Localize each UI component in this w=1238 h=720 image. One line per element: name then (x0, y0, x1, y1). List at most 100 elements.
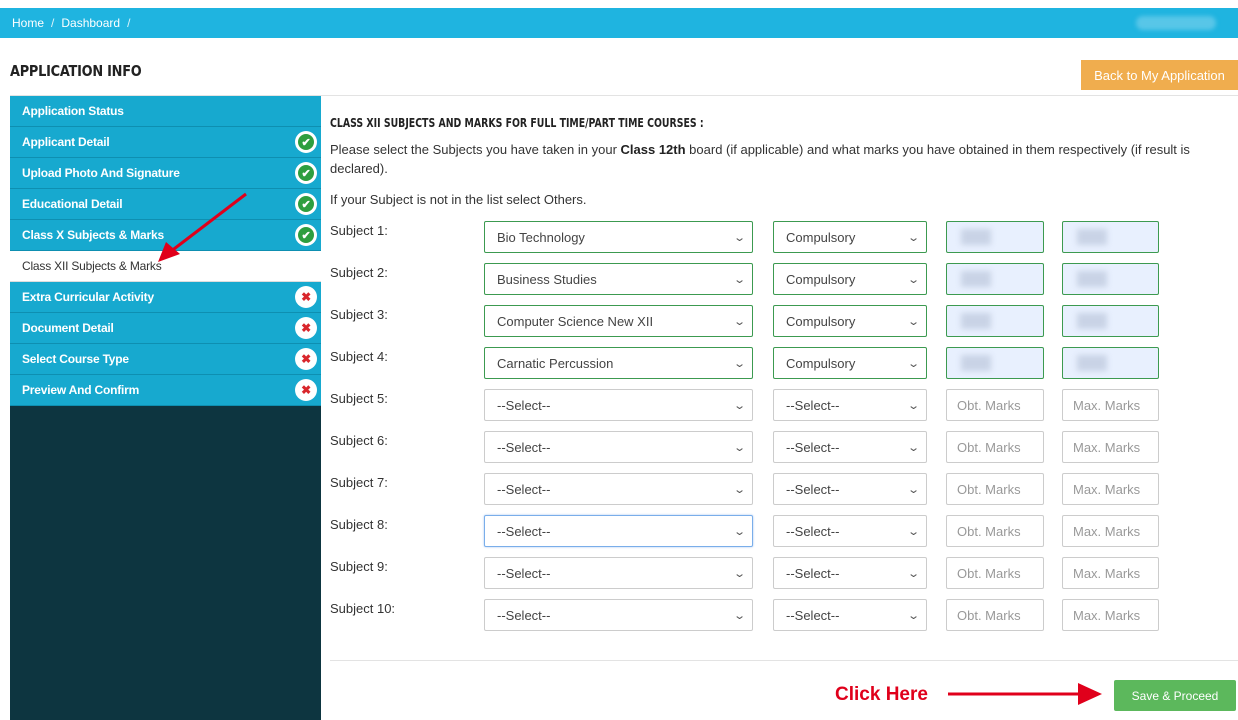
cross-icon: ✖ (295, 379, 317, 401)
subject-type-value: --Select-- (786, 607, 840, 623)
subject-select[interactable]: Computer Science New XII ⌄ (484, 305, 753, 337)
max-marks-input[interactable]: Max. Marks (1062, 599, 1159, 631)
chevron-down-icon: ⌄ (906, 568, 920, 580)
sidebar-item[interactable]: Preview And Confirm ✖ (10, 375, 321, 406)
subject-select[interactable]: --Select-- ⌄ (484, 389, 753, 421)
subject-type-select[interactable]: --Select-- ⌄ (773, 473, 927, 505)
subject-type-select[interactable]: Compulsory ⌄ (773, 263, 927, 295)
subject-select[interactable]: Business Studies ⌄ (484, 263, 753, 295)
sidebar-item[interactable]: Extra Curricular Activity ✖ (10, 282, 321, 313)
chevron-down-icon: ⌄ (732, 400, 746, 412)
max-marks-input[interactable]: Max. Marks (1062, 515, 1159, 547)
subject-select-value: Carnatic Percussion (497, 355, 614, 371)
subject-select[interactable]: --Select-- ⌄ (484, 431, 753, 463)
chevron-down-icon: ⌄ (906, 526, 920, 538)
sidebar-item-label: Extra Curricular Activity (22, 290, 154, 304)
chevron-down-icon: ⌄ (732, 484, 746, 496)
subject-type-value: Compulsory (786, 229, 856, 245)
sidebar-item[interactable]: Application Status (10, 96, 321, 127)
max-marks-input[interactable]: Max. Marks (1062, 431, 1159, 463)
subject-select-value: --Select-- (497, 481, 551, 497)
check-icon: ✔ (295, 224, 317, 246)
breadcrumb-dashboard[interactable]: Dashboard (61, 16, 120, 30)
subject-type-value: --Select-- (786, 523, 840, 539)
subject-type-select[interactable]: --Select-- ⌄ (773, 557, 927, 589)
obtained-marks-input[interactable]: Obt. Marks (946, 599, 1044, 631)
breadcrumb-separator: / (127, 16, 131, 30)
subject-type-select[interactable]: --Select-- ⌄ (773, 389, 927, 421)
subject-row: Subject 3: Computer Science New XII ⌄ Compu… (330, 305, 1238, 337)
sidebar-item-label: Class XII Subjects & Marks (22, 259, 162, 273)
obtained-marks-placeholder: Obt. Marks (957, 523, 1021, 539)
subject-type-value: --Select-- (786, 397, 840, 413)
save-proceed-button[interactable]: Save & Proceed (1114, 680, 1236, 711)
sidebar-item-label: Preview And Confirm (22, 383, 140, 397)
chevron-down-icon: ⌄ (906, 610, 920, 622)
subject-label: Subject 5: (330, 391, 388, 406)
max-marks-input[interactable] (1062, 347, 1159, 379)
max-marks-input[interactable]: Max. Marks (1062, 557, 1159, 589)
max-marks-input[interactable] (1062, 305, 1159, 337)
check-icon: ✔ (295, 131, 317, 153)
obtained-marks-input[interactable] (946, 305, 1044, 337)
subject-type-select[interactable]: --Select-- ⌄ (773, 431, 927, 463)
obtained-marks-placeholder: Obt. Marks (957, 481, 1021, 497)
subject-select[interactable]: --Select-- ⌄ (484, 473, 753, 505)
subject-label: Subject 10: (330, 601, 396, 616)
subject-select[interactable]: --Select-- ⌄ (484, 599, 753, 631)
subject-type-value: Compulsory (786, 271, 856, 287)
back-to-application-button[interactable]: Back to My Application (1081, 60, 1238, 90)
sidebar-item[interactable]: Class XII Subjects & Marks (10, 251, 321, 282)
sidebar-item[interactable]: Applicant Detail ✔ (10, 127, 321, 158)
subject-select[interactable]: --Select-- ⌄ (484, 557, 753, 589)
obtained-marks-input[interactable]: Obt. Marks (946, 557, 1044, 589)
subject-row: Subject 4: Carnatic Percussion ⌄ Compulsory… (330, 347, 1238, 379)
breadcrumb-home[interactable]: Home (12, 16, 44, 30)
subject-type-value: --Select-- (786, 481, 840, 497)
chevron-down-icon: ⌄ (906, 400, 920, 412)
sidebar-item-label: Applicant Detail (22, 135, 110, 149)
obtained-marks-placeholder: Obt. Marks (957, 565, 1021, 581)
arrow-to-save-icon (948, 683, 1102, 705)
subject-type-select[interactable]: Compulsory ⌄ (773, 347, 927, 379)
subject-type-value: --Select-- (786, 439, 840, 455)
subject-type-select[interactable]: Compulsory ⌄ (773, 305, 927, 337)
obtained-marks-input[interactable]: Obt. Marks (946, 389, 1044, 421)
subject-row: Subject 5: --Select-- ⌄ --Select-- ⌄ Obt. Mar… (330, 389, 1238, 421)
subject-label: Subject 3: (330, 307, 388, 322)
chevron-down-icon: ⌄ (906, 274, 920, 286)
max-marks-input[interactable]: Max. Marks (1062, 389, 1159, 421)
obtained-marks-input[interactable] (946, 347, 1044, 379)
sidebar-item[interactable]: Class X Subjects & Marks ✔ (10, 220, 321, 251)
sidebar-item[interactable]: Document Detail ✖ (10, 313, 321, 344)
chevron-down-icon: ⌄ (732, 358, 746, 370)
subject-select[interactable]: --Select-- ⌄ (484, 515, 753, 547)
subject-select[interactable]: Bio Technology ⌄ (484, 221, 753, 253)
max-marks-input[interactable] (1062, 263, 1159, 295)
subject-type-select[interactable]: --Select-- ⌄ (773, 515, 927, 547)
obtained-marks-input[interactable] (946, 263, 1044, 295)
subject-type-select[interactable]: Compulsory ⌄ (773, 221, 927, 253)
chevron-down-icon: ⌄ (906, 442, 920, 454)
subject-label: Subject 2: (330, 265, 388, 280)
sidebar-item[interactable]: Upload Photo And Signature ✔ (10, 158, 321, 189)
chevron-down-icon: ⌄ (906, 484, 920, 496)
obtained-marks-input[interactable]: Obt. Marks (946, 473, 1044, 505)
chevron-down-icon: ⌄ (732, 316, 746, 328)
obtained-marks-input[interactable]: Obt. Marks (946, 515, 1044, 547)
subject-select-value: Bio Technology (497, 229, 585, 245)
sidebar-item[interactable]: Educational Detail ✔ (10, 189, 321, 220)
subject-label: Subject 7: (330, 475, 388, 490)
user-menu[interactable] (1136, 16, 1216, 30)
sidebar: Application Status Applicant Detail ✔ Uploa… (10, 96, 321, 720)
subject-select[interactable]: Carnatic Percussion ⌄ (484, 347, 753, 379)
obtained-marks-input[interactable]: Obt. Marks (946, 431, 1044, 463)
max-marks-input[interactable] (1062, 221, 1159, 253)
obtained-marks-input[interactable] (946, 221, 1044, 253)
subject-type-select[interactable]: --Select-- ⌄ (773, 599, 927, 631)
subject-select-value: Computer Science New XII (497, 313, 654, 329)
max-marks-placeholder: Max. Marks (1073, 607, 1141, 623)
sidebar-item[interactable]: Select Course Type ✖ (10, 344, 321, 375)
chevron-down-icon: ⌄ (906, 232, 920, 244)
max-marks-input[interactable]: Max. Marks (1062, 473, 1159, 505)
